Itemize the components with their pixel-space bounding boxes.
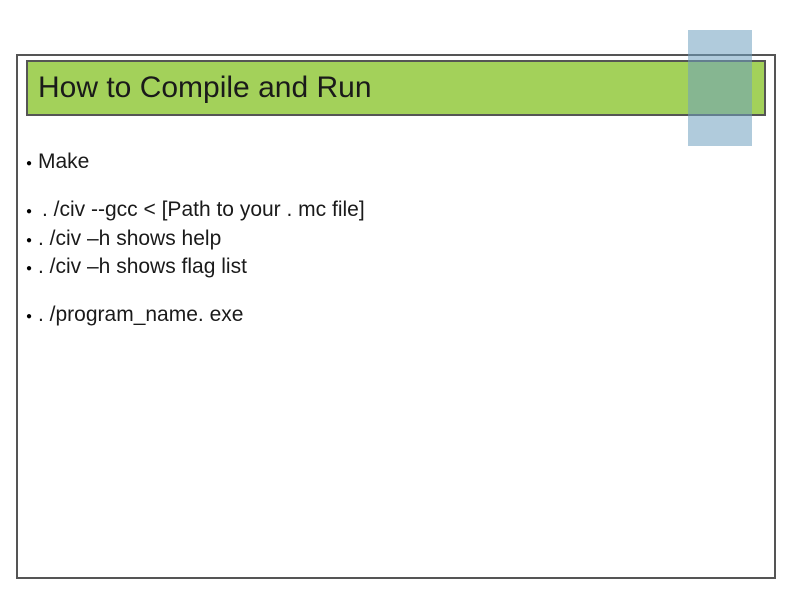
bullet-group: ● . /civ --gcc < [Path to your . mc file… (26, 196, 746, 281)
bullet-text: Make (38, 148, 89, 176)
accent-rectangle (688, 30, 752, 146)
list-item: ● Make (26, 148, 746, 176)
bullet-text: . /civ –h shows help (38, 225, 221, 253)
list-item: ● . /civ –h shows flag list (26, 253, 746, 281)
bullet-icon: ● (26, 234, 38, 248)
bullet-text: . /program_name. exe (38, 301, 243, 329)
bullet-icon: ● (26, 310, 38, 324)
bullet-group: ● . /program_name. exe (26, 301, 746, 329)
bullet-icon: ● (26, 157, 38, 171)
slide: How to Compile and Run ● Make ● . /civ -… (0, 0, 794, 595)
bullet-icon: ● (26, 262, 38, 276)
bullet-text: . /civ --gcc < [Path to your . mc file] (38, 196, 365, 224)
bullet-icon: ● (26, 205, 38, 219)
slide-title: How to Compile and Run (38, 71, 372, 105)
list-item: ● . /civ --gcc < [Path to your . mc file… (26, 196, 746, 224)
list-item: ● . /program_name. exe (26, 301, 746, 329)
bullet-text: . /civ –h shows flag list (38, 253, 247, 281)
list-item: ● . /civ –h shows help (26, 225, 746, 253)
slide-content: ● Make ● . /civ --gcc < [Path to your . … (26, 148, 746, 350)
title-bar: How to Compile and Run (26, 60, 766, 116)
bullet-group: ● Make (26, 148, 746, 176)
